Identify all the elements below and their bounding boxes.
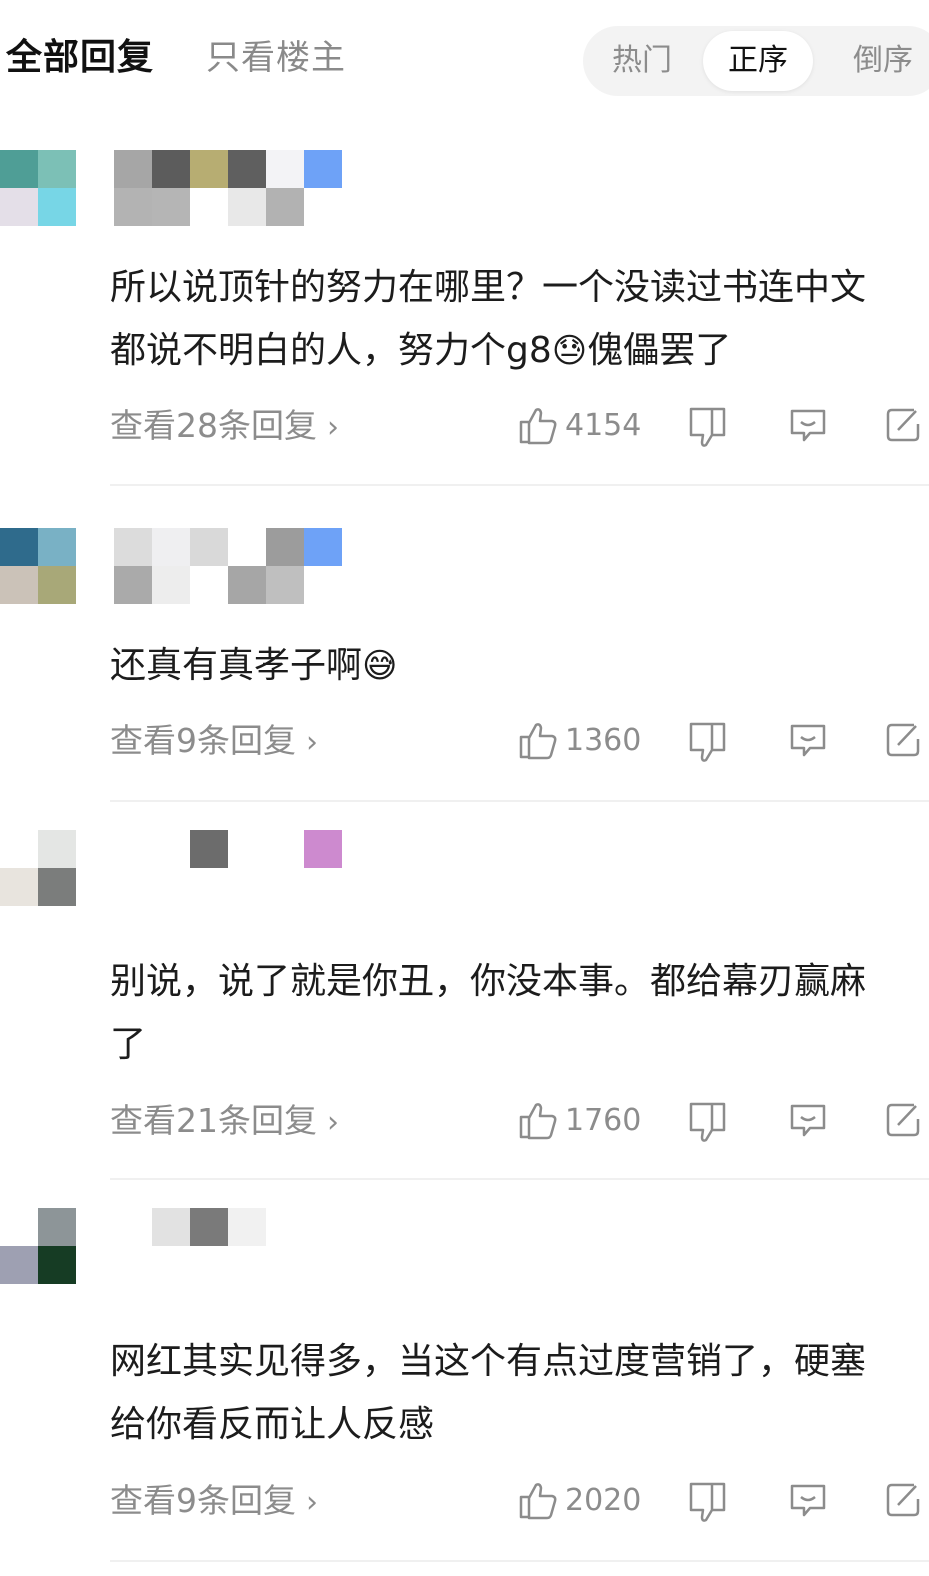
- avatar[interactable]: [0, 528, 76, 604]
- divider: [110, 1560, 929, 1562]
- comment-text: 别说，说了就是你丑，你没本事。都给幕刃赢麻 了: [110, 950, 925, 1076]
- thumbs-up-icon[interactable]: [518, 1480, 558, 1520]
- sort-ascending-button[interactable]: 正序: [703, 31, 813, 91]
- thumbs-down-icon[interactable]: [688, 720, 728, 764]
- view-replies-link[interactable]: 查看28条回复 ›: [110, 401, 339, 453]
- reply-header: 全部回复 只看楼主 热门 正序 倒序: [0, 0, 929, 110]
- avatar[interactable]: [0, 1208, 76, 1284]
- like-count: 4154: [565, 408, 642, 443]
- tab-all-replies[interactable]: 全部回复: [6, 28, 154, 80]
- sort-hot-button[interactable]: 热门: [597, 31, 687, 91]
- thumbs-down-icon[interactable]: [688, 1100, 728, 1144]
- comment-line: 别说，说了就是你丑，你没本事。都给幕刃赢麻: [110, 961, 867, 1002]
- like-count: 2020: [565, 1483, 642, 1518]
- share-icon[interactable]: [884, 405, 924, 445]
- chevron-right-icon: ›: [327, 1105, 339, 1140]
- sort-toggle: 热门 正序 倒序: [583, 26, 929, 96]
- sort-descending-button[interactable]: 倒序: [833, 31, 929, 91]
- comment-text: 还真有真孝子啊😅: [110, 634, 925, 698]
- divider: [110, 1178, 929, 1180]
- comment-line: 给你看反而让人反感: [110, 1404, 435, 1445]
- thumbs-up-icon[interactable]: [518, 405, 558, 445]
- username-redacted[interactable]: [114, 830, 342, 906]
- comment-actions: 查看28条回复 › 4154: [0, 401, 929, 451]
- comment-line: 还真有真孝子啊😅: [110, 645, 398, 686]
- username-redacted[interactable]: [114, 1208, 342, 1284]
- username-redacted[interactable]: [114, 150, 342, 226]
- thumbs-up-icon[interactable]: [518, 720, 558, 760]
- divider: [110, 484, 929, 486]
- share-icon[interactable]: [884, 1480, 924, 1520]
- comment-actions: 查看9条回复 › 1360: [0, 716, 929, 766]
- view-replies-link[interactable]: 查看21条回复 ›: [110, 1096, 339, 1148]
- comment-text: 所以说顶针的努力在哪里？一个没读过书连中文 都说不明白的人，努力个g8😓傀儡罢了: [110, 256, 925, 383]
- grinning-sweat-emoji: 😅: [362, 646, 398, 686]
- view-replies-link[interactable]: 查看9条回复 ›: [110, 716, 318, 768]
- comment-bubble-icon[interactable]: [788, 720, 828, 760]
- avatar[interactable]: [0, 830, 76, 906]
- chevron-right-icon: ›: [306, 725, 318, 760]
- comment-line: 所以说顶针的努力在哪里？一个没读过书连中文: [110, 267, 867, 308]
- tab-only-op[interactable]: 只看楼主: [206, 30, 346, 79]
- share-icon[interactable]: [884, 1100, 924, 1140]
- comment-line: 了: [110, 1024, 147, 1065]
- like-count: 1360: [565, 723, 642, 758]
- thumbs-up-icon[interactable]: [518, 1100, 558, 1140]
- comment-bubble-icon[interactable]: [788, 405, 828, 445]
- avatar[interactable]: [0, 150, 76, 226]
- view-replies-link[interactable]: 查看9条回复 ›: [110, 1476, 318, 1528]
- comment-line: 网红其实见得多，当这个有点过度营销了，硬塞: [110, 1341, 867, 1382]
- sweat-emoji: 😓: [551, 331, 588, 371]
- chevron-right-icon: ›: [327, 410, 339, 445]
- like-count: 1760: [565, 1103, 642, 1138]
- share-icon[interactable]: [884, 720, 924, 760]
- thumbs-down-icon[interactable]: [688, 405, 728, 449]
- comment-text: 网红其实见得多，当这个有点过度营销了，硬塞 给你看反而让人反感: [110, 1330, 925, 1456]
- comment-line: 都说不明白的人，努力个g8😓傀儡罢了: [110, 330, 732, 371]
- comment-bubble-icon[interactable]: [788, 1100, 828, 1140]
- comment-actions: 查看21条回复 › 1760: [0, 1096, 929, 1146]
- comment-bubble-icon[interactable]: [788, 1480, 828, 1520]
- comment-actions: 查看9条回复 › 2020: [0, 1476, 929, 1526]
- thumbs-down-icon[interactable]: [688, 1480, 728, 1524]
- chevron-right-icon: ›: [306, 1485, 318, 1520]
- divider: [110, 800, 929, 802]
- username-redacted[interactable]: [114, 528, 342, 604]
